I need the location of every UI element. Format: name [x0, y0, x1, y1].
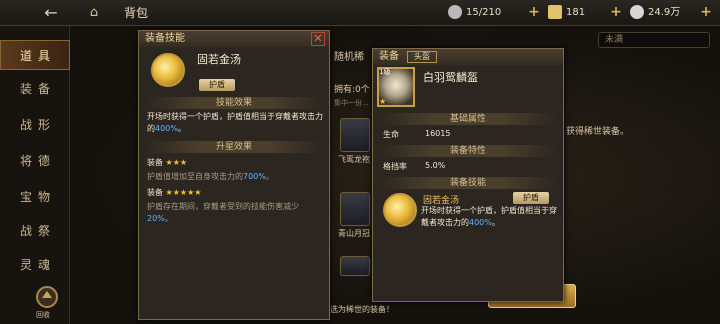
equip-skill-tag: 护盾 [513, 192, 549, 204]
skill-popup-title: 装备技能 [145, 33, 185, 44]
resource-silver: 24.9万 [630, 4, 680, 22]
sidebar-item-baowu[interactable]: 宝物 [0, 182, 70, 212]
upgrade2-text: 护盾存在期间，穿戴者受到的技能伤害减少 20%。 [147, 201, 323, 225]
page-title: 背包 [124, 6, 149, 20]
upgrade2-stars: ★★★★★ [165, 188, 202, 197]
sidebar-item-zhanji[interactable]: 战祭 [0, 216, 70, 246]
back-arrow-icon: ← [44, 3, 58, 22]
grade-label: 1级 [379, 68, 391, 76]
add-silver-button[interactable]: + [698, 4, 714, 20]
bg-right-text: 获得稀世装备。 [566, 127, 630, 137]
sidebar-item-daoju[interactable]: 道具 [0, 40, 70, 70]
home-icon[interactable]: ⌂ [84, 3, 104, 23]
add-coins-button[interactable]: + [526, 4, 542, 20]
skill-effect-text: 开场时获得一个护盾，护盾值相当于穿戴者攻击力的400%。 [147, 111, 323, 135]
equip-popup-title: 装备 [379, 51, 399, 62]
equip-skill-pct: 400% [469, 218, 492, 227]
effect-end: 。 [177, 124, 186, 133]
section-skill-effect: 技能效果 [144, 97, 324, 109]
bg-bottom-text: 选为稀世的装备！ [330, 305, 394, 314]
upgrade1-pct: 700% [243, 172, 266, 181]
slot-tag: 头盔 [407, 51, 437, 63]
upgrade2-desc: 护盾存在期间，穿戴者受到的技能伤害减少 [147, 202, 299, 211]
upgrade2-label: 装备 [147, 188, 163, 197]
skill-popup-header: 装备技能 [139, 31, 329, 47]
feature-value: 5.0% [425, 161, 446, 170]
bg-hint-text: 集中一份... [334, 99, 369, 107]
item-label-robe: 飞鸾龙袍 [338, 155, 370, 164]
close-button[interactable]: ✕ [311, 32, 325, 46]
equip-popup: 装备 头盔 1级 ★ 白羽鸳麟盔 基础属性 生命 16015 装备特性 格挡率 … [372, 48, 564, 302]
section-equip-skill: 装备技能 [378, 177, 558, 189]
close-icon: ✕ [313, 32, 323, 45]
skill-name: 固若金汤 [197, 53, 241, 66]
upgrade1-stars: ★★★ [165, 158, 188, 167]
back-button[interactable]: ← [40, 2, 62, 24]
upgrade2-end: 。 [164, 214, 173, 223]
sidebar-item-zhanxing[interactable]: 战形 [0, 110, 70, 140]
upgrade2-header: 装备 ★★★★★ [147, 187, 201, 199]
base-attr-value: 16015 [425, 129, 451, 138]
upgrade1-text: 护盾值增加至自身攻击力的700%。 [147, 171, 323, 183]
skill-popup: 装备技能 ✕ 固若金汤 护盾 技能效果 开场时获得一个护盾，护盾值相当于穿戴者攻… [138, 30, 330, 320]
grade-star-icon: ★ [379, 97, 387, 106]
item-label-crown: 青山月冠 [338, 229, 370, 238]
upgrade1-label: 装备 [147, 158, 163, 167]
upgrade2-pct: 20% [147, 214, 165, 223]
recycle-label: 回收 [36, 311, 50, 319]
feature-label: 格挡率 [383, 162, 407, 171]
section-star-effect: 升星效果 [144, 141, 324, 153]
ingot-icon [548, 5, 562, 19]
resource-coins: 15/210 [448, 4, 501, 22]
equip-skill-text: 开场时获得一个护盾，护盾值相当于穿戴者攻击力的400%。 [421, 205, 559, 229]
item-thumb-robe[interactable] [340, 118, 370, 152]
equip-skill-icon [383, 193, 417, 227]
skill-tag: 护盾 [199, 79, 235, 91]
skill-icon [151, 53, 185, 87]
bg-owned-text: 拥有:0个 [334, 85, 370, 95]
equip-name: 白羽鸳麟盔 [423, 71, 478, 84]
upgrade1-desc: 护盾值增加至自身攻击力的 [147, 172, 243, 181]
sidebar-item-jiangde[interactable]: 将德 [0, 146, 70, 176]
section-base-attr: 基础属性 [378, 113, 558, 125]
resource-ingots: 181 [548, 4, 585, 22]
effect-pct: 400% [155, 124, 178, 133]
equip-skill-end: 。 [491, 218, 500, 227]
section-feature: 装备特性 [378, 145, 558, 157]
search-input[interactable]: 未满 [598, 32, 710, 48]
upgrade1-header: 装备 ★★★ [147, 157, 187, 169]
equip-popup-header: 装备 [373, 49, 563, 65]
coin-stack-icon [448, 5, 462, 19]
upgrade1-end: 。 [265, 172, 274, 181]
bg-tab-partial: 随机稀 [334, 52, 364, 63]
sidebar-item-linghun[interactable]: 灵魂 [0, 250, 70, 280]
base-attr-label: 生命 [383, 130, 399, 139]
silver-coin-icon [630, 5, 644, 19]
item-thumb-crown[interactable] [340, 192, 370, 226]
item-thumb-3[interactable] [340, 256, 370, 276]
add-ingots-button[interactable]: + [608, 4, 624, 20]
sidebar-item-zhuangbei[interactable]: 装备 [0, 74, 70, 104]
